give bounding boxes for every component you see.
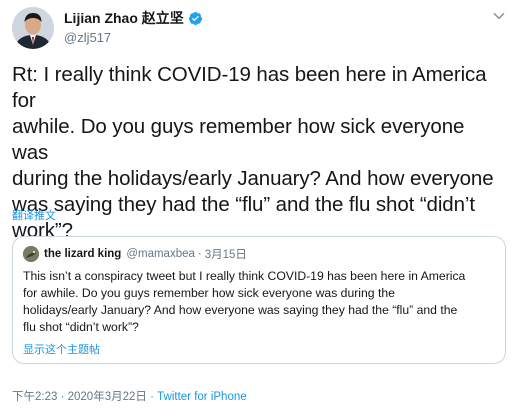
quoted-date[interactable]: 3月15日 <box>205 246 247 262</box>
tweet-time[interactable]: 下午2:23 <box>12 391 57 403</box>
quoted-author-handle: @mamaxbea <box>126 248 195 260</box>
author-display-name[interactable]: Lijian Zhao 赵立坚 <box>64 8 184 28</box>
quoted-separator: · <box>197 248 202 260</box>
display-name-row: Lijian Zhao 赵立坚 <box>64 9 444 27</box>
translate-tweet-link[interactable]: 翻译推文 <box>12 207 56 223</box>
quoted-author-name[interactable]: the lizard king <box>44 248 121 260</box>
tweet-header: Lijian Zhao 赵立坚 @zlj517 <box>12 7 508 49</box>
meta-separator: · <box>146 391 158 403</box>
quoted-tweet[interactable]: the lizard king @mamaxbea · 3月15日 This i… <box>12 236 506 364</box>
verified-badge-icon <box>188 11 203 26</box>
quoted-tweet-text: This isn’t a conspiracy tweet but I real… <box>23 269 466 334</box>
quoted-author-avatar[interactable] <box>23 246 39 262</box>
author-handle[interactable]: @zlj517 <box>64 30 444 46</box>
author-avatar[interactable] <box>12 7 54 49</box>
author-names: Lijian Zhao 赵立坚 @zlj517 <box>64 9 444 46</box>
quoted-tweet-header: the lizard king @mamaxbea · 3月15日 <box>23 246 247 262</box>
meta-separator: · <box>57 391 68 403</box>
chevron-down-icon[interactable] <box>492 9 506 23</box>
tweet: Lijian Zhao 赵立坚 @zlj517 Rt: I really thi… <box>0 0 520 417</box>
tweet-source-link[interactable]: Twitter for iPhone <box>157 391 246 403</box>
tweet-meta: 下午2:23 · 2020年3月22日 · Twitter for iPhone <box>12 388 247 404</box>
tweet-date[interactable]: 2020年3月22日 <box>68 391 147 403</box>
tweet-text: Rt: I really think COVID-19 has been her… <box>12 63 494 242</box>
profile-avatar <box>12 7 54 49</box>
show-thread-link[interactable]: 显示这个主题帖 <box>23 341 100 357</box>
